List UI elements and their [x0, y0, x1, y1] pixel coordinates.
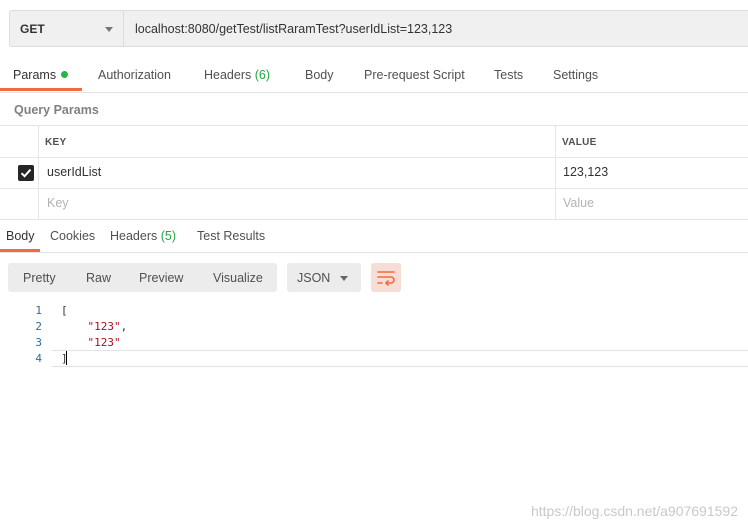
params-table: KEY VALUE userIdList 123,123 Key Value: [0, 125, 748, 220]
wrap-lines-button[interactable]: [371, 263, 401, 292]
new-key-input[interactable]: Key: [47, 196, 69, 210]
url-text: localhost:8080/getTest/listRaramTest?use…: [135, 22, 453, 36]
tab-response-body[interactable]: Body: [6, 229, 35, 243]
tab-body[interactable]: Body: [305, 68, 334, 82]
tab-response-headers-label: Headers: [110, 229, 158, 243]
code-line-2: "123",: [61, 320, 128, 333]
watermark: https://blog.csdn.net/a907691592: [530, 503, 738, 519]
line-number: 4: [35, 352, 42, 365]
wrap-lines-icon: [377, 271, 395, 286]
json-string: "123": [87, 336, 121, 349]
preview-button[interactable]: Preview: [139, 271, 183, 285]
tab-headers-label: Headers: [204, 68, 252, 82]
tab-authorization[interactable]: Authorization: [98, 68, 171, 82]
chevron-down-icon: [340, 276, 348, 281]
param-value-cell[interactable]: 123,123: [563, 165, 608, 179]
pretty-button[interactable]: Pretty: [23, 271, 56, 285]
param-enabled-checkbox[interactable]: [18, 165, 34, 181]
tab-response-headers-count: (5): [160, 229, 177, 243]
method-select[interactable]: GET: [9, 10, 123, 47]
checkmark-icon: [20, 168, 32, 178]
text-cursor: [66, 351, 67, 365]
method-label: GET: [20, 22, 45, 36]
raw-button[interactable]: Raw: [86, 271, 111, 285]
tab-headers[interactable]: Headers (6): [204, 68, 270, 82]
visualize-button[interactable]: Visualize: [213, 271, 263, 285]
line-number: 1: [35, 304, 42, 317]
tab-cookies[interactable]: Cookies: [50, 229, 95, 243]
current-line-highlight: [52, 350, 748, 367]
header-value: VALUE: [562, 137, 597, 148]
param-key-cell[interactable]: userIdList: [47, 165, 101, 179]
format-select[interactable]: JSON: [287, 263, 361, 292]
json-string: "123": [87, 320, 121, 333]
column-divider: [555, 126, 556, 219]
new-value-input[interactable]: Value: [563, 196, 594, 210]
active-response-tab-indicator: [0, 249, 40, 252]
tab-tests[interactable]: Tests: [494, 68, 523, 82]
line-number: 3: [35, 336, 42, 349]
query-params-title: Query Params: [14, 103, 99, 117]
tab-params-label: Params: [13, 68, 57, 82]
header-key: KEY: [45, 137, 67, 148]
response-tabs: Body Cookies Headers (5) Test Results: [0, 219, 748, 253]
active-tab-indicator: [0, 88, 82, 91]
active-dot-icon: [61, 71, 69, 78]
tab-headers-count: (6): [254, 68, 271, 82]
tab-response-headers[interactable]: Headers (5): [110, 229, 176, 243]
code-line-3: "123": [61, 336, 121, 349]
tab-test-results[interactable]: Test Results: [197, 229, 265, 243]
tab-params[interactable]: Params: [13, 68, 69, 82]
format-label: JSON: [297, 271, 331, 285]
tab-settings[interactable]: Settings: [553, 68, 598, 82]
line-number: 2: [35, 320, 42, 333]
code-line-1: [: [61, 304, 68, 317]
chevron-down-icon: [105, 27, 113, 32]
tab-pre-request-script[interactable]: Pre-request Script: [364, 68, 465, 82]
row-divider: [0, 188, 748, 189]
request-tabs: Params Authorization Headers (6) Body Pr…: [0, 58, 748, 93]
view-mode-segment: Pretty Raw Preview Visualize: [8, 263, 277, 292]
column-divider: [38, 126, 39, 219]
row-divider: [0, 157, 748, 158]
url-input[interactable]: localhost:8080/getTest/listRaramTest?use…: [123, 10, 748, 47]
json-comma: ,: [120, 320, 128, 333]
